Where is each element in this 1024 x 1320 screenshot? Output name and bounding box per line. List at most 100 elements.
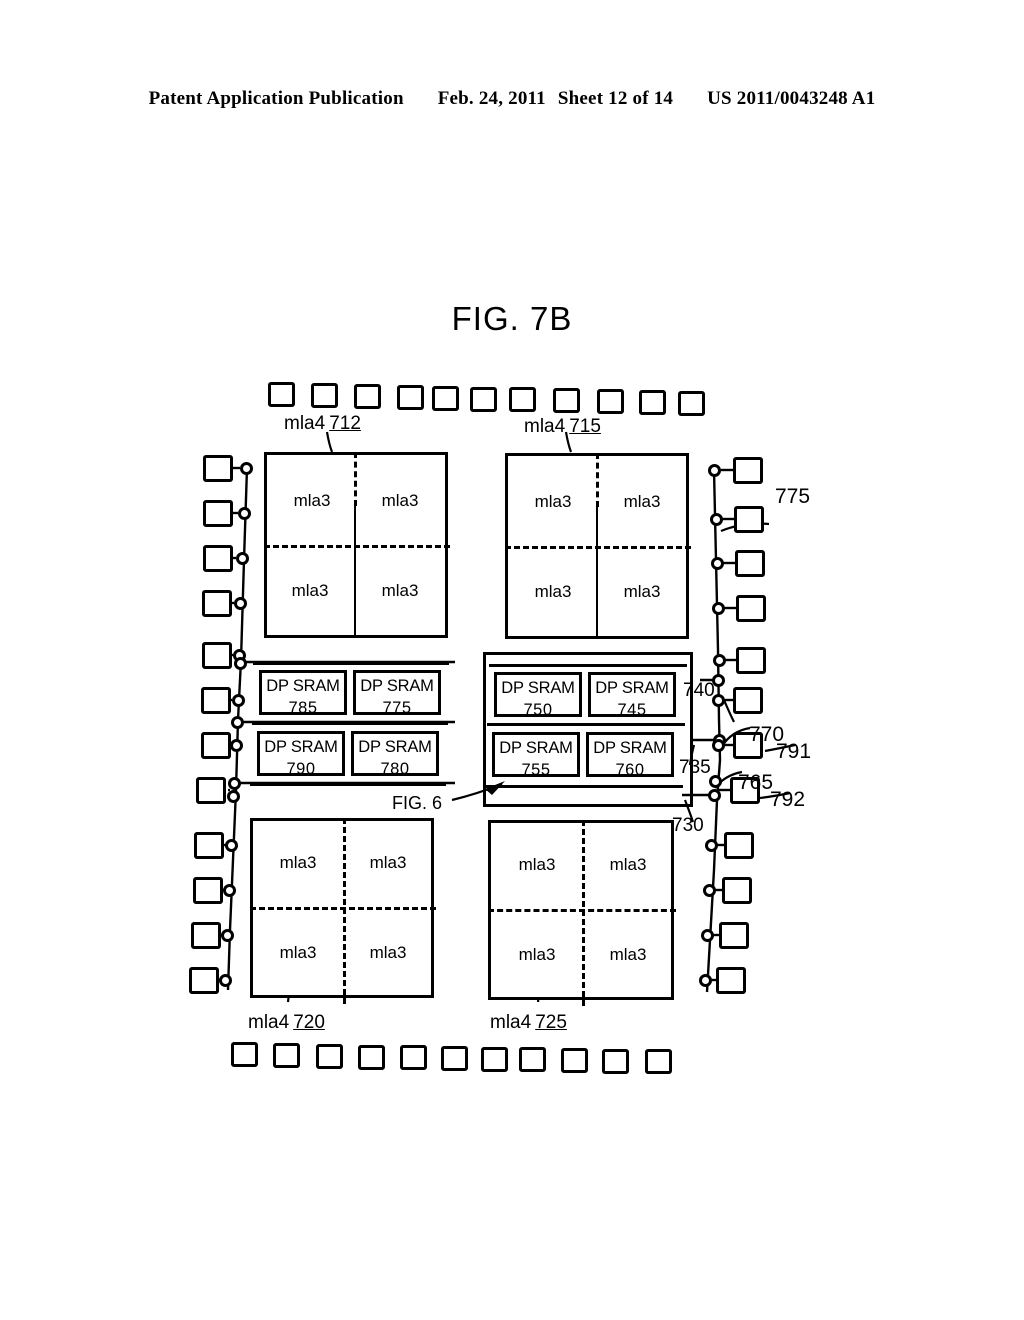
dp-sram-790[interactable]: DP SRAM 790	[257, 731, 345, 778]
mla4-block-720[interactable]: mla3 mla3 mla3 mla3	[250, 818, 436, 1004]
rail-node-right	[705, 839, 718, 852]
mla4-number: 715	[569, 416, 601, 437]
dp-sram-760[interactable]: DP SRAM 760	[586, 732, 674, 779]
bond-pad-top[interactable]	[470, 387, 497, 412]
mla3-cell-label: mla3	[609, 945, 647, 964]
bond-pad-bottom[interactable]	[231, 1042, 258, 1067]
bond-pad-right[interactable]	[736, 647, 766, 674]
sram-group-left-bot-rule	[250, 783, 446, 786]
dp-sram-750[interactable]: DP SRAM 750	[494, 672, 582, 718]
rail-node-right	[711, 557, 724, 570]
mla4-block-712[interactable]: mla3 mla3 mla3 mla3	[264, 452, 450, 638]
bond-pad-top[interactable]	[597, 389, 624, 414]
bond-pad-right[interactable]	[733, 687, 763, 714]
dp-sram-number: 790	[286, 759, 316, 778]
rail-node-left	[240, 462, 253, 475]
bond-pad-right[interactable]	[736, 595, 766, 622]
bond-pad-right[interactable]	[719, 922, 749, 949]
dp-sram-755[interactable]: DP SRAM 755	[492, 732, 580, 778]
bond-pad-left[interactable]	[201, 687, 231, 714]
bond-pad-bottom[interactable]	[481, 1047, 508, 1072]
ref-numeral-775: 775	[775, 485, 811, 508]
bond-pad-top[interactable]	[678, 391, 705, 416]
mla3-cell-label: mla3	[381, 581, 419, 600]
dp-sram-label: DP SRAM	[360, 677, 434, 695]
bond-pad-bottom[interactable]	[645, 1049, 672, 1074]
mla4-divider-horizontal	[488, 909, 676, 912]
mla3-cell-label: mla3	[293, 491, 331, 510]
bond-pad-left[interactable]	[196, 777, 226, 804]
dp-sram-label: DP SRAM	[499, 739, 573, 757]
mla4-divider-vertical	[596, 506, 598, 638]
dp-sram-label: DP SRAM	[266, 677, 340, 695]
bond-pad-top[interactable]	[639, 390, 666, 415]
mla4-divider-horizontal	[505, 546, 691, 549]
rail-node-right	[710, 513, 723, 526]
bond-pad-bottom[interactable]	[441, 1046, 468, 1071]
mla3-cell-label: mla3	[369, 943, 407, 962]
bond-pad-left[interactable]	[202, 590, 232, 617]
rail-node-right	[713, 654, 726, 667]
bond-pad-left[interactable]	[203, 545, 233, 572]
bond-pad-top[interactable]	[354, 384, 381, 409]
bond-pad-left[interactable]	[203, 500, 233, 527]
mla4-block-725[interactable]: mla3 mla3 mla3 mla3	[488, 820, 676, 1006]
bond-pad-right[interactable]	[734, 506, 764, 533]
dp-sram-785[interactable]: DP SRAM 785	[259, 670, 347, 716]
bond-pad-top[interactable]	[509, 387, 536, 412]
sram-group-right-mid-rule	[487, 723, 685, 726]
bond-pad-top[interactable]	[268, 382, 295, 407]
bond-pad-bottom[interactable]	[602, 1049, 629, 1074]
ref-numeral-792: 792	[770, 788, 806, 811]
rail-node-left	[223, 884, 236, 897]
bond-pad-right[interactable]	[733, 457, 763, 484]
bond-pad-left[interactable]	[191, 922, 221, 949]
bond-pad-top[interactable]	[397, 385, 424, 410]
bond-pad-left[interactable]	[202, 642, 232, 669]
rail-node-right	[703, 884, 716, 897]
rail-node-left	[221, 929, 234, 942]
mla4-label-715: mla4 715	[524, 416, 601, 438]
mla4-block-715[interactable]: mla3 mla3 mla3 mla3	[505, 453, 691, 639]
dp-sram-number: 760	[615, 760, 645, 779]
bond-pad-bottom[interactable]	[519, 1047, 546, 1072]
ref-numeral-791: 791	[776, 740, 812, 763]
bond-pad-left[interactable]	[193, 877, 223, 904]
bond-pad-left[interactable]	[194, 832, 224, 859]
mla3-cell-label: mla3	[609, 855, 647, 874]
bond-pad-bottom[interactable]	[316, 1044, 343, 1069]
rail-node-left	[232, 694, 245, 707]
rail-node-right	[709, 775, 722, 788]
mla4-divider-vertical-dashed	[596, 453, 599, 507]
mla3-cell-label: mla3	[518, 945, 556, 964]
bond-pad-bottom[interactable]	[400, 1045, 427, 1070]
dp-sram-number: 775	[382, 698, 412, 717]
dp-sram-745[interactable]: DP SRAM 745	[588, 672, 676, 718]
mla4-prefix: mla4	[490, 1012, 532, 1033]
bond-pad-left[interactable]	[189, 967, 219, 994]
dp-sram-775[interactable]: DP SRAM 775	[353, 670, 441, 717]
dp-sram-780[interactable]: DP SRAM 780	[351, 731, 439, 777]
mla4-label-712: mla4 712	[284, 413, 361, 435]
bond-pad-top[interactable]	[311, 383, 338, 408]
bond-pad-left[interactable]	[203, 455, 233, 482]
bond-pad-right[interactable]	[735, 550, 765, 577]
bond-pad-right[interactable]	[724, 832, 754, 859]
ref-numeral-735: 735	[679, 757, 711, 778]
bond-pad-right[interactable]	[716, 967, 746, 994]
bond-pad-top[interactable]	[432, 386, 459, 411]
mla3-cell-label: mla3	[623, 492, 661, 511]
bond-pad-bottom[interactable]	[273, 1043, 300, 1068]
bond-pad-right[interactable]	[722, 877, 752, 904]
mla3-cell-label: mla3	[381, 491, 419, 510]
sram-group-right-top-rule	[489, 664, 687, 667]
ref-numeral-740: 740	[683, 680, 715, 701]
bond-pad-top[interactable]	[553, 388, 580, 413]
rail-node-left	[234, 597, 247, 610]
mla3-cell-label: mla3	[279, 853, 317, 872]
bond-pad-bottom[interactable]	[358, 1045, 385, 1070]
rail-node-right	[712, 602, 725, 615]
dp-sram-label: DP SRAM	[595, 679, 669, 697]
bond-pad-left[interactable]	[201, 732, 231, 759]
bond-pad-bottom[interactable]	[561, 1048, 588, 1073]
